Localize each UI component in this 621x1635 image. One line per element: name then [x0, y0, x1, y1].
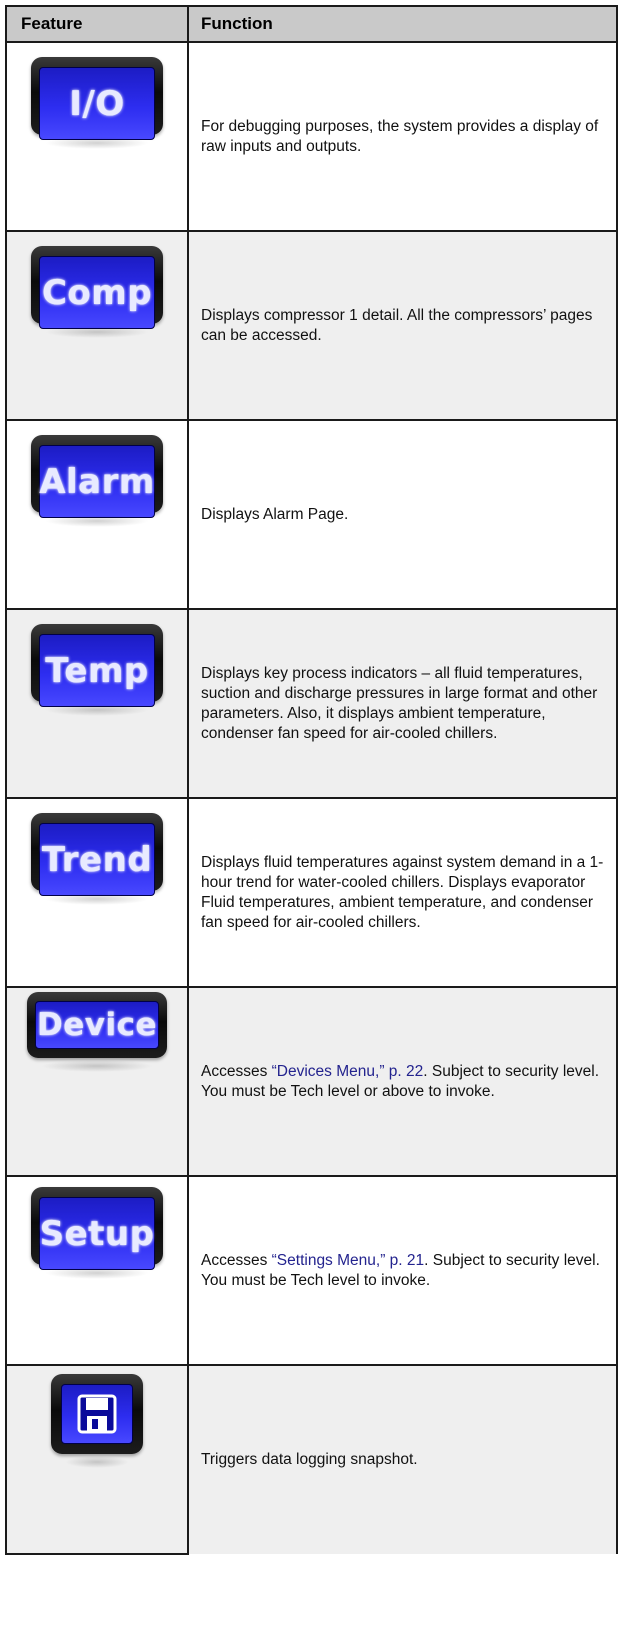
- temp-description: Displays key process indicators – all fl…: [187, 608, 618, 799]
- snapshot-description: Triggers data logging snapshot.: [187, 1364, 618, 1554]
- comp-button-label: Comp: [39, 256, 155, 329]
- table-row: Triggers data logging snapshot.: [5, 1364, 618, 1555]
- table-header-row: Feature Function: [5, 5, 618, 43]
- settings-menu-link[interactable]: “Settings Menu,” p. 21: [272, 1252, 425, 1269]
- temp-button-label: Temp: [39, 634, 155, 707]
- setup-button[interactable]: Setup: [31, 1187, 163, 1282]
- comp-button[interactable]: Comp: [31, 246, 163, 341]
- alarm-button[interactable]: Alarm: [31, 435, 163, 530]
- setup-button-label: Setup: [39, 1197, 155, 1270]
- device-button[interactable]: Device: [27, 992, 167, 1087]
- comp-description: Displays compressor 1 detail. All the co…: [187, 230, 618, 421]
- snapshot-button[interactable]: [51, 1374, 143, 1469]
- setup-description-pre: Accesses: [201, 1251, 272, 1269]
- table-row: I/O For debugging purposes, the system p…: [5, 41, 618, 232]
- header-function: Function: [187, 5, 618, 43]
- table-row: Setup Accesses “Settings Menu,” p. 21. S…: [5, 1175, 618, 1366]
- temp-button[interactable]: Temp: [31, 624, 163, 719]
- io-button[interactable]: I/O: [31, 57, 163, 152]
- feature-table: Feature Function I/O For debugging purpo…: [5, 5, 618, 1555]
- device-description: Accesses “Devices Menu,” p. 22. Subject …: [187, 986, 618, 1177]
- table-row: Trend Displays fluid temperatures agains…: [5, 797, 618, 988]
- header-feature: Feature: [5, 5, 189, 43]
- trend-button[interactable]: Trend: [31, 813, 163, 908]
- trend-button-label: Trend: [39, 823, 155, 896]
- io-description: For debugging purposes, the system provi…: [187, 41, 618, 232]
- devices-menu-link[interactable]: “Devices Menu,” p. 22: [272, 1063, 424, 1080]
- alarm-button-label: Alarm: [39, 445, 155, 518]
- table-row: Comp Displays compressor 1 detail. All t…: [5, 230, 618, 421]
- alarm-description: Displays Alarm Page.: [187, 419, 618, 610]
- table-row: Temp Displays key process indicators – a…: [5, 608, 618, 799]
- trend-description: Displays fluid temperatures against syst…: [187, 797, 618, 988]
- device-description-pre: Accesses: [201, 1062, 272, 1080]
- setup-description: Accesses “Settings Menu,” p. 21. Subject…: [187, 1175, 618, 1366]
- table-row: Alarm Displays Alarm Page.: [5, 419, 618, 610]
- device-button-label: Device: [35, 1001, 159, 1049]
- floppy-disk-icon: [61, 1384, 133, 1444]
- io-button-label: I/O: [39, 67, 155, 140]
- table-row: Device Accesses “Devices Menu,” p. 22. S…: [5, 986, 618, 1177]
